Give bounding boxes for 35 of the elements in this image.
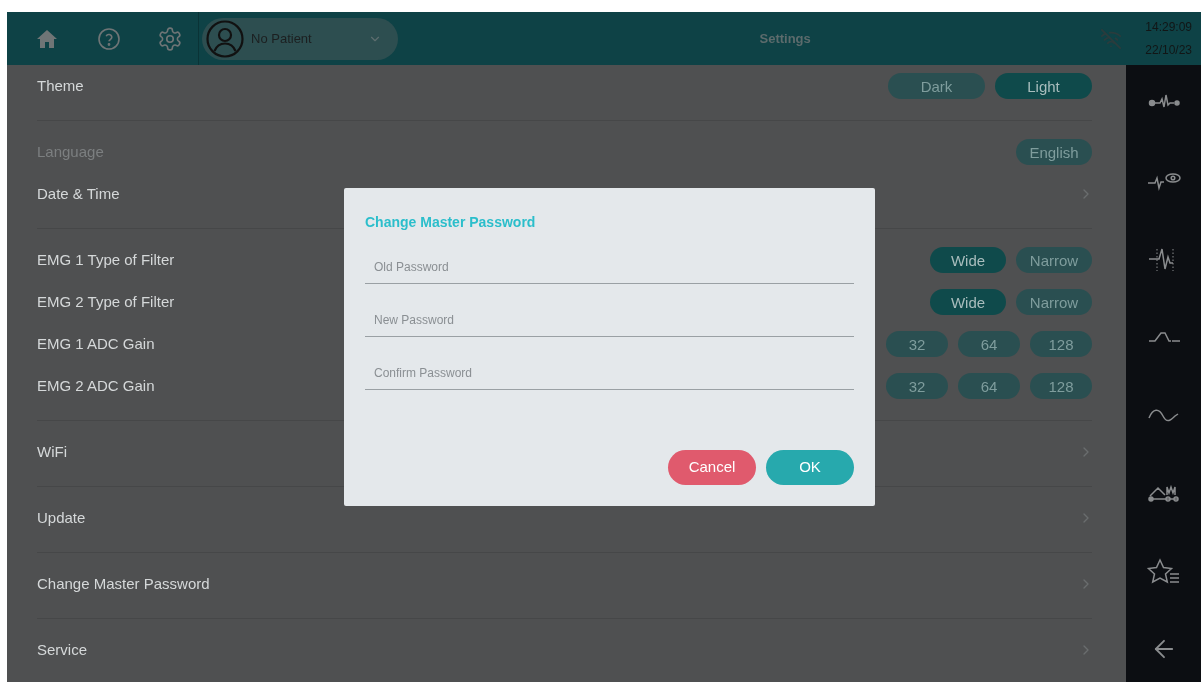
setting-label: Date & Time (37, 183, 120, 204)
password-field[interactable]: Old Password (365, 251, 854, 284)
setting-label: EMG 2 Type of Filter (37, 291, 175, 312)
option-pill[interactable]: Dark (888, 73, 985, 99)
help-icon[interactable] (97, 26, 121, 51)
option-pill[interactable]: Narrow (1016, 289, 1092, 315)
option-pill[interactable]: Narrow (1016, 247, 1092, 273)
settings-icon[interactable] (157, 25, 183, 52)
option-pill[interactable]: Wide (930, 247, 1006, 273)
option-pill[interactable]: 128 (1030, 331, 1092, 357)
password-field[interactable]: Confirm Password (365, 357, 854, 390)
option-pill[interactable]: Wide (930, 289, 1006, 315)
wifi-off-icon (1100, 27, 1123, 50)
setting-label: Service (37, 639, 88, 660)
setting-label: WiFi (37, 441, 67, 462)
option-pill[interactable]: 32 (886, 331, 948, 357)
password-field[interactable]: New Password (365, 304, 854, 337)
avatar-icon (206, 19, 244, 58)
setting-label: Update (37, 507, 86, 528)
home-icon[interactable] (36, 28, 58, 49)
setting-label: Change Master Password (37, 573, 210, 594)
option-pill[interactable]: 64 (958, 331, 1020, 357)
option-pill[interactable]: 64 (958, 373, 1020, 399)
option-pill[interactable]: 32 (886, 373, 948, 399)
setting-label: EMG 1 ADC Gain (37, 333, 155, 354)
setting-label: EMG 2 ADC Gain (37, 375, 155, 396)
option-pill[interactable]: Light (995, 73, 1092, 99)
star-list-icon[interactable] (1145, 557, 1182, 585)
cancel-button[interactable]: Cancel (668, 450, 756, 485)
ok-button[interactable]: OK (766, 450, 854, 485)
dialog-title: Change Master Password (365, 213, 537, 232)
setting-label: EMG 1 Type of Filter (37, 249, 175, 270)
option-pill[interactable]: 128 (1030, 373, 1092, 399)
page-title: Settings (759, 29, 811, 48)
setting-label: Theme (37, 75, 84, 96)
